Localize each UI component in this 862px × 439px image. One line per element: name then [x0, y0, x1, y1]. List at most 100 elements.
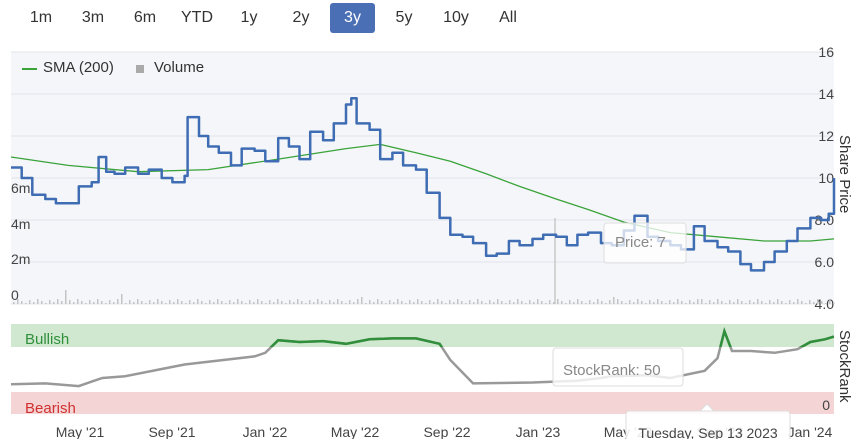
- volume-bar: [385, 303, 387, 304]
- volume-bar: [281, 301, 283, 304]
- volume-bar: [525, 303, 527, 304]
- volume-bar: [125, 303, 127, 304]
- volume-bar: [813, 302, 815, 304]
- price-axis-tick-label: 10: [818, 170, 834, 186]
- volume-bar: [149, 300, 151, 304]
- volume-bar: [601, 301, 603, 304]
- volume-bar: [81, 301, 83, 304]
- volume-bar: [781, 301, 783, 304]
- volume-bar: [669, 300, 671, 304]
- volume-axis-tick-label: 2m: [11, 251, 30, 267]
- volume-bar: [649, 300, 651, 304]
- volume-bar: [549, 300, 551, 304]
- volume-bar: [505, 303, 507, 304]
- volume-bar: [117, 299, 119, 304]
- volume-bar: [637, 299, 639, 304]
- volume-bar: [693, 302, 695, 304]
- volume-bar: [265, 303, 267, 304]
- volume-bar: [677, 299, 679, 304]
- volume-bar: [553, 302, 555, 304]
- volume-bar: [489, 300, 491, 304]
- volume-bar: [529, 300, 531, 304]
- volume-bar: [465, 303, 467, 304]
- volume-bar: [325, 303, 327, 304]
- volume-bar: [469, 300, 471, 304]
- volume-bar: [485, 303, 487, 304]
- volume-bar: [701, 299, 703, 304]
- volume-bar: [53, 302, 55, 304]
- volume-bar: [797, 299, 799, 304]
- volume-bar: [405, 303, 407, 304]
- volume-bar: [317, 299, 319, 304]
- volume-bar: [309, 300, 311, 304]
- volume-bar: [685, 303, 687, 304]
- stockrank-axis-title: StockRank: [836, 330, 853, 403]
- volume-bar: [585, 303, 587, 304]
- volume-bar: [145, 303, 147, 304]
- volume-bar: [297, 299, 299, 304]
- volume-bar: [329, 300, 331, 304]
- sma-legend-swatch: [22, 68, 37, 70]
- volume-bar: [717, 299, 719, 304]
- volume-bar: [805, 303, 807, 304]
- volume-bar: [61, 301, 63, 304]
- volume-bar: [245, 303, 247, 304]
- volume-bar: [381, 301, 383, 304]
- volume-bar: [209, 300, 211, 304]
- volume-bar: [289, 300, 291, 304]
- volume-bar: [293, 302, 295, 304]
- volume-bar: [173, 302, 175, 304]
- volume-bar: [97, 299, 99, 304]
- volume-bar: [229, 300, 231, 304]
- volume-bar: [101, 301, 103, 304]
- volume-bar: [161, 301, 163, 304]
- volume-bar: [809, 300, 811, 304]
- volume-bar: [497, 299, 499, 304]
- volume-bar: [741, 301, 743, 304]
- stockrank-tooltip-text: StockRank: 50: [563, 362, 661, 379]
- volume-bar: [257, 299, 259, 304]
- volume-bar: [613, 297, 615, 304]
- volume-bar: [597, 299, 599, 304]
- volume-bar: [321, 301, 323, 304]
- volume-bar: [41, 301, 43, 304]
- volume-bar: [833, 302, 835, 304]
- volume-bar: [501, 301, 503, 304]
- volume-legend-swatch: [136, 65, 144, 73]
- volume-bar: [673, 302, 675, 304]
- volume-bar: [461, 301, 463, 304]
- legend-item-volume[interactable]: Volume: [154, 59, 204, 76]
- legend-item-sma[interactable]: SMA (200): [43, 59, 114, 76]
- volume-bar: [745, 303, 747, 304]
- price-axis-tick-label: 6.0: [815, 254, 835, 270]
- volume-bar: [73, 302, 75, 304]
- volume-bar: [197, 299, 199, 304]
- volume-bar: [481, 301, 483, 304]
- x-axis-tick-label: Sep '21: [148, 424, 195, 439]
- volume-bar: [653, 302, 655, 304]
- volume-bar: [821, 301, 823, 304]
- volume-bar: [345, 303, 347, 304]
- volume-bar: [609, 300, 611, 304]
- volume-bar: [301, 301, 303, 304]
- volume-bar: [801, 301, 803, 304]
- share-price-chart: 4.06.08.01012141602m4m6mPrice: 7Share Pr…: [10, 44, 853, 439]
- volume-bar: [225, 303, 227, 304]
- volume-bar: [341, 301, 343, 304]
- volume-bar: [85, 303, 87, 304]
- volume-bar: [17, 299, 19, 304]
- bullish-band: [11, 324, 834, 347]
- volume-bar: [449, 300, 451, 304]
- volume-bar: [757, 299, 759, 304]
- volume-bar: [817, 299, 819, 304]
- volume-bar: [33, 302, 35, 304]
- volume-bar: [157, 299, 159, 304]
- volume-bar: [233, 302, 235, 304]
- volume-bar: [277, 299, 279, 304]
- volume-bar: [793, 302, 795, 304]
- volume-bar: [565, 303, 567, 304]
- volume-bar: [393, 302, 395, 304]
- volume-bar: [605, 303, 607, 304]
- volume-bar: [541, 301, 543, 304]
- volume-bar: [713, 302, 715, 304]
